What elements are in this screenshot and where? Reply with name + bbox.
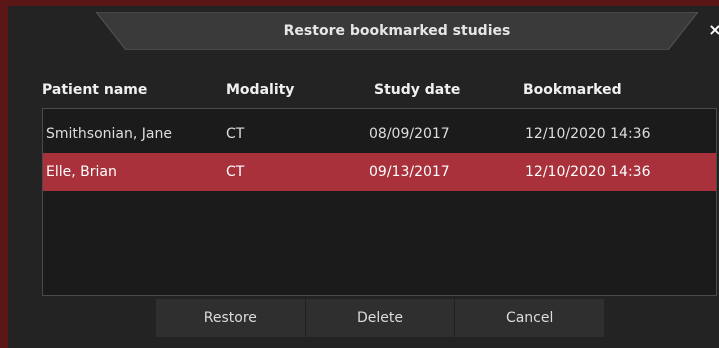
dialog-title: Restore bookmarked studies <box>283 23 511 39</box>
cell-bookmarked: 12/10/2020 14:36 <box>525 164 651 180</box>
cell-patient-name: Elle, Brian <box>46 164 117 180</box>
column-header-patient-name[interactable]: Patient name <box>42 82 147 98</box>
table-row[interactable]: Smithsonian, Jane CT 08/09/2017 12/10/20… <box>43 115 716 153</box>
studies-list[interactable]: Smithsonian, Jane CT 08/09/2017 12/10/20… <box>42 108 717 296</box>
title-bar: Restore bookmarked studies <box>96 12 698 50</box>
cell-patient-name: Smithsonian, Jane <box>46 126 172 142</box>
cancel-button[interactable]: Cancel <box>455 299 605 337</box>
cell-modality: CT <box>226 126 245 142</box>
cell-bookmarked: 12/10/2020 14:36 <box>525 126 651 142</box>
cell-modality: CT <box>226 164 245 180</box>
dialog-frame: Restore bookmarked studies × Patient nam… <box>0 0 719 348</box>
column-header-modality[interactable]: Modality <box>226 82 294 98</box>
restore-button[interactable]: Restore <box>156 299 306 337</box>
column-header-bookmarked[interactable]: Bookmarked <box>523 82 622 98</box>
button-bar: Restore Delete Cancel <box>156 299 605 337</box>
cell-study-date: 09/13/2017 <box>369 164 450 180</box>
cell-study-date: 08/09/2017 <box>369 126 450 142</box>
column-header-study-date[interactable]: Study date <box>374 82 460 98</box>
table-row-selected[interactable]: Elle, Brian CT 09/13/2017 12/10/2020 14:… <box>43 153 716 191</box>
delete-button[interactable]: Delete <box>305 299 456 337</box>
close-icon[interactable]: × <box>708 20 719 40</box>
